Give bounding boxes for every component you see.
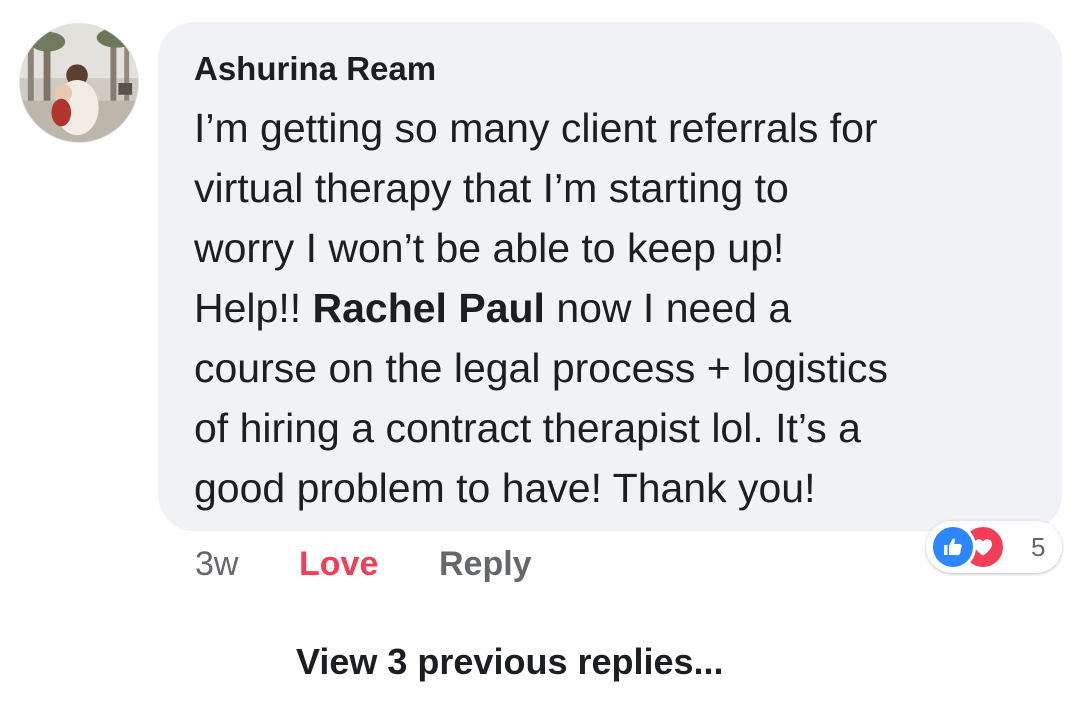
comment-bubble: Ashurina Ream I’m getting so many client…: [158, 22, 1062, 531]
comment-line: virtual therapy that I’m starting to: [194, 165, 789, 211]
reaction-summary[interactable]: 5: [926, 521, 1062, 573]
comment-line: of hiring a contract therapist lol. It’s…: [194, 405, 861, 451]
comment-line: I’m getting so many client referrals for: [194, 105, 878, 151]
comment-timestamp[interactable]: 3w: [195, 541, 238, 587]
comment-line: Help!! Rachel Paul now I need a: [194, 278, 1044, 338]
comment-text-after-mention: now I need a: [544, 285, 792, 331]
avatar[interactable]: [19, 23, 139, 143]
comment-author[interactable]: Ashurina Ream: [194, 50, 436, 88]
avatar-photo: [20, 24, 138, 142]
comment-line: good problem to have! Thank you!: [194, 465, 816, 511]
view-previous-replies-link[interactable]: View 3 previous replies...: [296, 638, 724, 686]
like-icon: [930, 524, 976, 570]
comment-line: worry I won’t be able to keep up!: [194, 225, 785, 271]
mention-link[interactable]: Rachel Paul: [313, 285, 545, 331]
reaction-count: 5: [1031, 532, 1046, 562]
comment-line: course on the legal process + logistics: [194, 345, 888, 391]
comment-text-before-mention: Help!!: [194, 285, 313, 331]
comment-text: I’m getting so many client referrals for…: [194, 98, 1044, 518]
reply-button[interactable]: Reply: [439, 541, 532, 587]
love-button[interactable]: Love: [299, 541, 378, 587]
